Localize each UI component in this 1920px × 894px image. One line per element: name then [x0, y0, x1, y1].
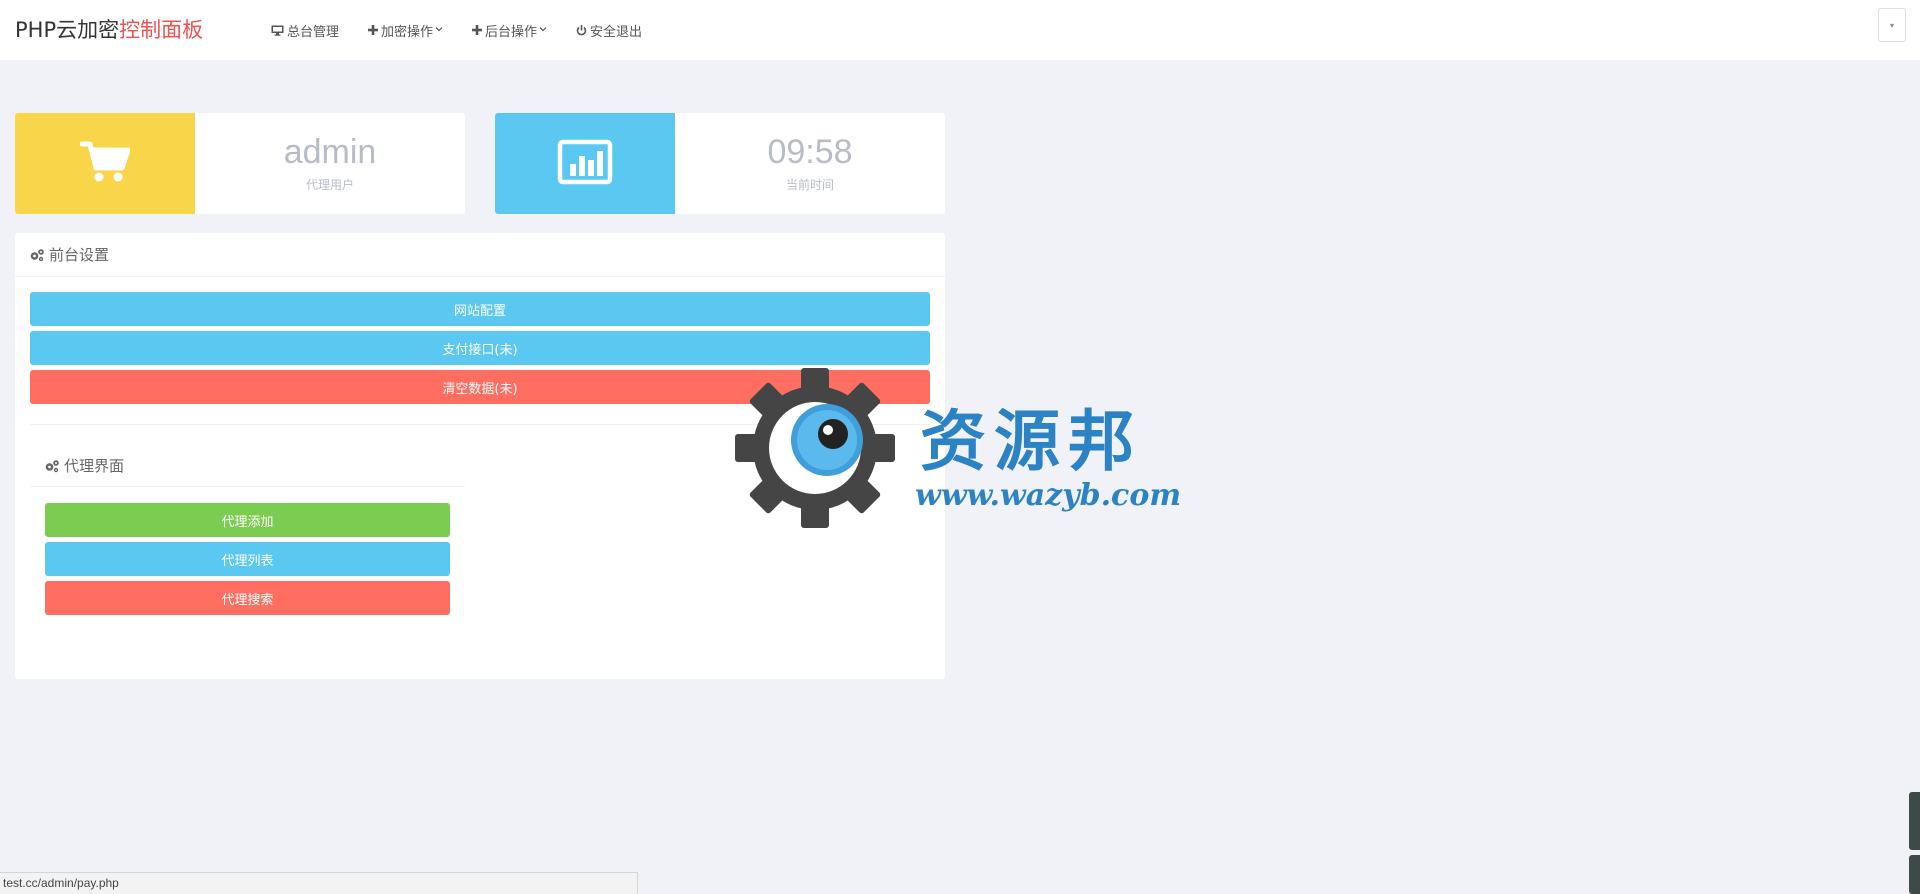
agent-list-button[interactable]: 代理列表: [45, 542, 450, 576]
panel-header-front-settings: 前台设置: [15, 233, 945, 277]
watermark-name: 资源邦: [920, 402, 1142, 480]
nav-item-backend[interactable]: 后台操作: [472, 21, 547, 40]
stat-label: 当前时间: [785, 178, 834, 192]
stat-card-time: 09:58 当前时间: [495, 113, 945, 214]
brand-logo[interactable]: PHP云加密控制面板: [15, 15, 203, 45]
gears-icon: [29, 248, 45, 262]
stat-value-username: admin: [283, 133, 377, 171]
plus-icon: [368, 25, 379, 35]
nav-label: 安全退出: [590, 24, 643, 40]
nav-label: 后台操作: [485, 24, 538, 40]
power-icon: [576, 24, 587, 36]
nav-item-encrypt[interactable]: 加密操作: [368, 21, 443, 40]
nav-item-logout[interactable]: 安全退出: [576, 21, 642, 40]
monitor-icon: [271, 25, 284, 36]
agent-search-button[interactable]: 代理搜索: [45, 581, 450, 615]
watermark: 资源邦 www.wazyb.com: [735, 368, 1195, 528]
bar-chart-icon: [557, 139, 613, 189]
chevron-down-icon: [435, 25, 443, 35]
stat-value-time: 09:58: [767, 133, 853, 171]
panel-header-agent: 代理界面: [30, 445, 465, 487]
agent-add-button[interactable]: 代理添加: [45, 503, 450, 537]
nav-item-dashboard[interactable]: 总台管理: [271, 21, 339, 40]
status-bar-url: test.cc/admin/pay.php: [0, 872, 638, 894]
plus-icon: [472, 25, 483, 35]
top-navbar: PHP云加密控制面板 总台管理 加密操作 后台操作 安全退出 ▾: [0, 0, 1920, 60]
chevron-down-icon: [539, 25, 547, 35]
caret-down-icon: ▾: [1889, 20, 1894, 30]
stat-icon-box: [495, 113, 675, 214]
site-config-button[interactable]: 网站配置: [30, 292, 930, 326]
side-tab[interactable]: [1909, 792, 1920, 850]
payment-api-button[interactable]: 支付接口(未): [30, 331, 930, 365]
side-tab[interactable]: [1909, 855, 1920, 894]
user-dropdown-toggle[interactable]: ▾: [1878, 8, 1906, 42]
main-nav: 总台管理 加密操作 后台操作 安全退出: [271, 0, 671, 60]
nav-label: 加密操作: [381, 24, 434, 40]
cart-icon: [79, 140, 131, 188]
gears-icon: [44, 459, 60, 473]
stat-label: 代理用户: [305, 178, 354, 192]
brand-accent: 控制面板: [119, 18, 204, 42]
nav-label: 总台管理: [287, 24, 340, 40]
panel-title: 前台设置: [49, 246, 110, 264]
stat-card-user: admin 代理用户: [15, 113, 465, 214]
stat-icon-box: [15, 113, 195, 214]
panel-title: 代理界面: [64, 457, 125, 475]
watermark-url: www.wazyb.com: [915, 478, 1182, 513]
brand-prefix: PHP云加密: [15, 18, 120, 42]
